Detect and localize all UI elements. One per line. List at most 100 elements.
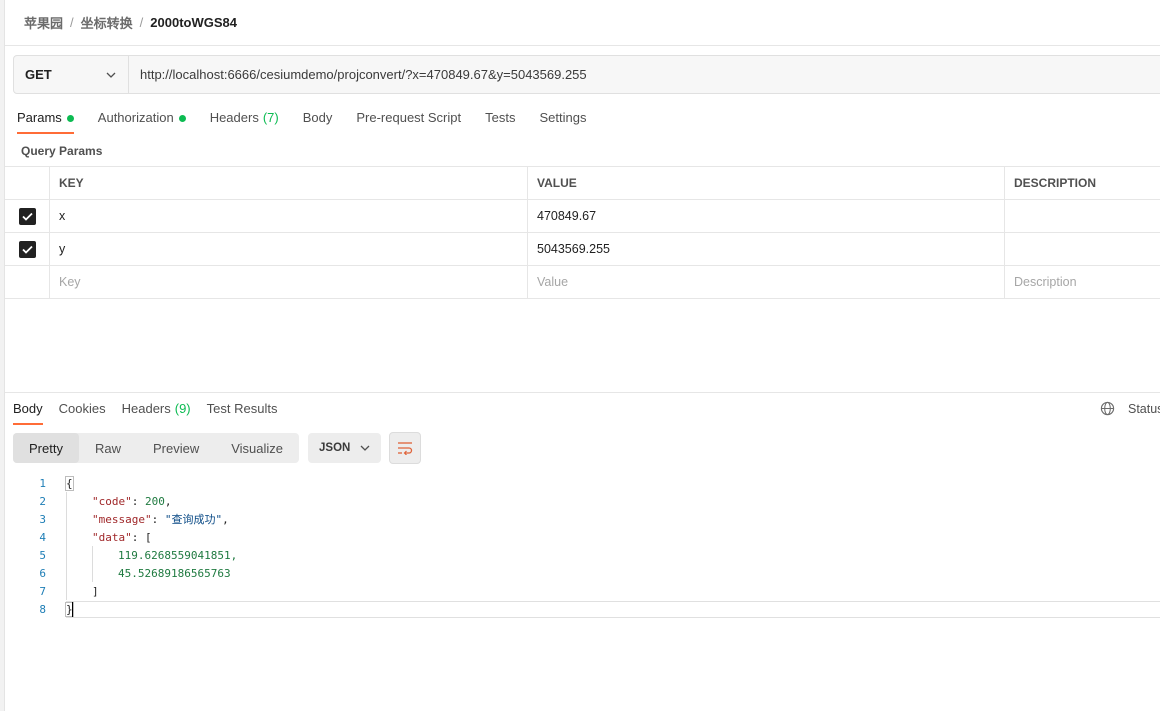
wrap-lines-icon (398, 442, 413, 455)
status-dot-icon (178, 115, 186, 122)
query-params-table: KEY VALUE DESCRIPTION x 470849.67 y 5043… (5, 166, 1160, 299)
param-checkbox-cell (5, 200, 50, 232)
view-mode-preview[interactable]: Preview (137, 433, 215, 463)
response-tabs: Body Cookies Headers (9) Test Results (13, 401, 293, 425)
tab-authorization-label: Authorization (97, 110, 174, 125)
code-text: 119.6268559041851, (118, 548, 238, 562)
tab-pre-request-script[interactable]: Pre-request Script (356, 110, 461, 134)
line-number: 5 (39, 548, 46, 562)
json-key: "message" (92, 513, 152, 526)
method-label: GET (25, 67, 52, 82)
status-dot-icon (66, 115, 74, 122)
view-mode-raw[interactable]: Raw (79, 433, 137, 463)
param-checkbox[interactable] (18, 207, 36, 225)
param-description-cell[interactable] (1005, 200, 1160, 232)
chevron-down-icon (360, 445, 370, 451)
response-body-editor[interactable]: 1 { 2 "code": 200, 3 "message": "查询成功", … (5, 474, 1160, 618)
code-text: { (65, 475, 74, 491)
param-checkbox[interactable] (18, 240, 36, 258)
tab-settings-label: Settings (539, 110, 587, 125)
view-mode-segmented-control: Pretty Raw Preview Visualize (13, 433, 300, 463)
param-value-cell[interactable]: 5043569.255 (528, 233, 1005, 265)
response-status: Status (1100, 401, 1160, 416)
code-text: "code": 200, (92, 494, 172, 508)
breadcrumb-item-request[interactable]: 2000toWGS84 (150, 15, 237, 30)
response-tab-body[interactable]: Body (13, 401, 43, 425)
method-select[interactable]: GET (14, 56, 129, 93)
line-number: 4 (39, 530, 46, 544)
code-line: 2 "code": 200, (5, 492, 1160, 510)
query-params-heading: Query Params (21, 144, 103, 158)
code-line: 1 { (5, 474, 1160, 492)
param-description-cell[interactable] (1005, 233, 1160, 265)
code-line: 7 ] (5, 582, 1160, 600)
code-line: 4 "data": [ (5, 528, 1160, 546)
json-punctuation: , (164, 494, 172, 508)
json-punctuation: [ (145, 530, 152, 544)
response-tab-body-label: Body (13, 401, 43, 416)
code-text: 45.52689186565763 (118, 566, 231, 580)
response-view-toolbar: Pretty Raw Preview Visualize JSON (13, 432, 422, 464)
code-line: 3 "message": "查询成功", (5, 510, 1160, 528)
line-number: 3 (39, 512, 46, 526)
table-row-new: Key Value Description (5, 266, 1160, 299)
url-input[interactable]: http://localhost:6666/cesiumdemo/projcon… (129, 56, 1160, 93)
line-number: 2 (39, 494, 46, 508)
tab-authorization[interactable]: Authorization (98, 110, 186, 134)
line-number: 8 (39, 602, 46, 616)
url-text: http://localhost:6666/cesiumdemo/projcon… (140, 67, 587, 82)
globe-icon[interactable] (1100, 401, 1115, 416)
tab-headers[interactable]: Headers (7) (210, 110, 279, 134)
format-select[interactable]: JSON (308, 433, 382, 463)
view-mode-visualize[interactable]: Visualize (215, 433, 299, 463)
tab-params[interactable]: Params (17, 110, 74, 134)
code-text: ] (92, 584, 99, 598)
breadcrumb-item-workspace[interactable]: 苹果园 (24, 13, 63, 32)
column-header-key: KEY (50, 167, 528, 199)
breadcrumb-separator: / (139, 14, 144, 30)
tab-body[interactable]: Body (303, 110, 333, 134)
format-label: JSON (319, 442, 351, 454)
breadcrumb-separator: / (70, 14, 74, 30)
json-value: 200 (145, 494, 165, 508)
view-mode-pretty[interactable]: Pretty (13, 433, 79, 463)
tab-headers-label: Headers (209, 110, 259, 125)
code-line: 6 45.52689186565763 (5, 564, 1160, 582)
table-header-row: KEY VALUE DESCRIPTION (5, 167, 1160, 200)
line-number: 7 (39, 584, 46, 598)
param-key-cell[interactable]: x (50, 200, 528, 232)
url-bar: GET http://localhost:6666/cesiumdemo/pro… (13, 55, 1160, 94)
code-line: 5 119.6268559041851, (5, 546, 1160, 564)
response-tab-cookies-label: Cookies (58, 401, 106, 416)
response-divider[interactable] (5, 392, 1160, 393)
param-value-cell[interactable]: 470849.67 (528, 200, 1005, 232)
table-row: y 5043569.255 (5, 233, 1160, 266)
tab-tests[interactable]: Tests (485, 110, 515, 134)
tab-tests-label: Tests (485, 110, 516, 125)
new-key-input[interactable]: Key (50, 266, 528, 298)
tab-params-label: Params (17, 110, 62, 125)
response-tab-test-results-label: Test Results (206, 401, 278, 416)
column-header-value: VALUE (528, 167, 1005, 199)
response-tab-headers[interactable]: Headers (9) (122, 401, 191, 425)
json-key: "code" (92, 494, 132, 508)
header-divider (5, 45, 1160, 46)
wrap-lines-button[interactable] (389, 432, 422, 464)
response-tab-headers-label: Headers (121, 401, 171, 416)
new-value-input[interactable]: Value (528, 266, 1005, 298)
tab-body-label: Body (302, 110, 333, 125)
tab-settings[interactable]: Settings (539, 110, 586, 134)
response-tab-test-results[interactable]: Test Results (207, 401, 278, 425)
request-tabs: Params Authorization Headers (7) Body Pr… (17, 110, 610, 134)
check-icon (21, 245, 33, 254)
param-key-cell[interactable]: y (50, 233, 528, 265)
code-text: "data": [ (92, 530, 152, 544)
tab-headers-count: (7) (262, 110, 279, 125)
breadcrumb-item-folder[interactable]: 坐标转换 (81, 13, 133, 32)
new-description-input[interactable]: Description (1005, 266, 1160, 298)
code-text: "message": "查询成功", (92, 513, 229, 526)
response-tab-cookies[interactable]: Cookies (59, 401, 106, 425)
param-checkbox-cell (5, 233, 50, 265)
json-key: "data" (92, 530, 132, 544)
response-tab-headers-count: (9) (174, 401, 191, 416)
